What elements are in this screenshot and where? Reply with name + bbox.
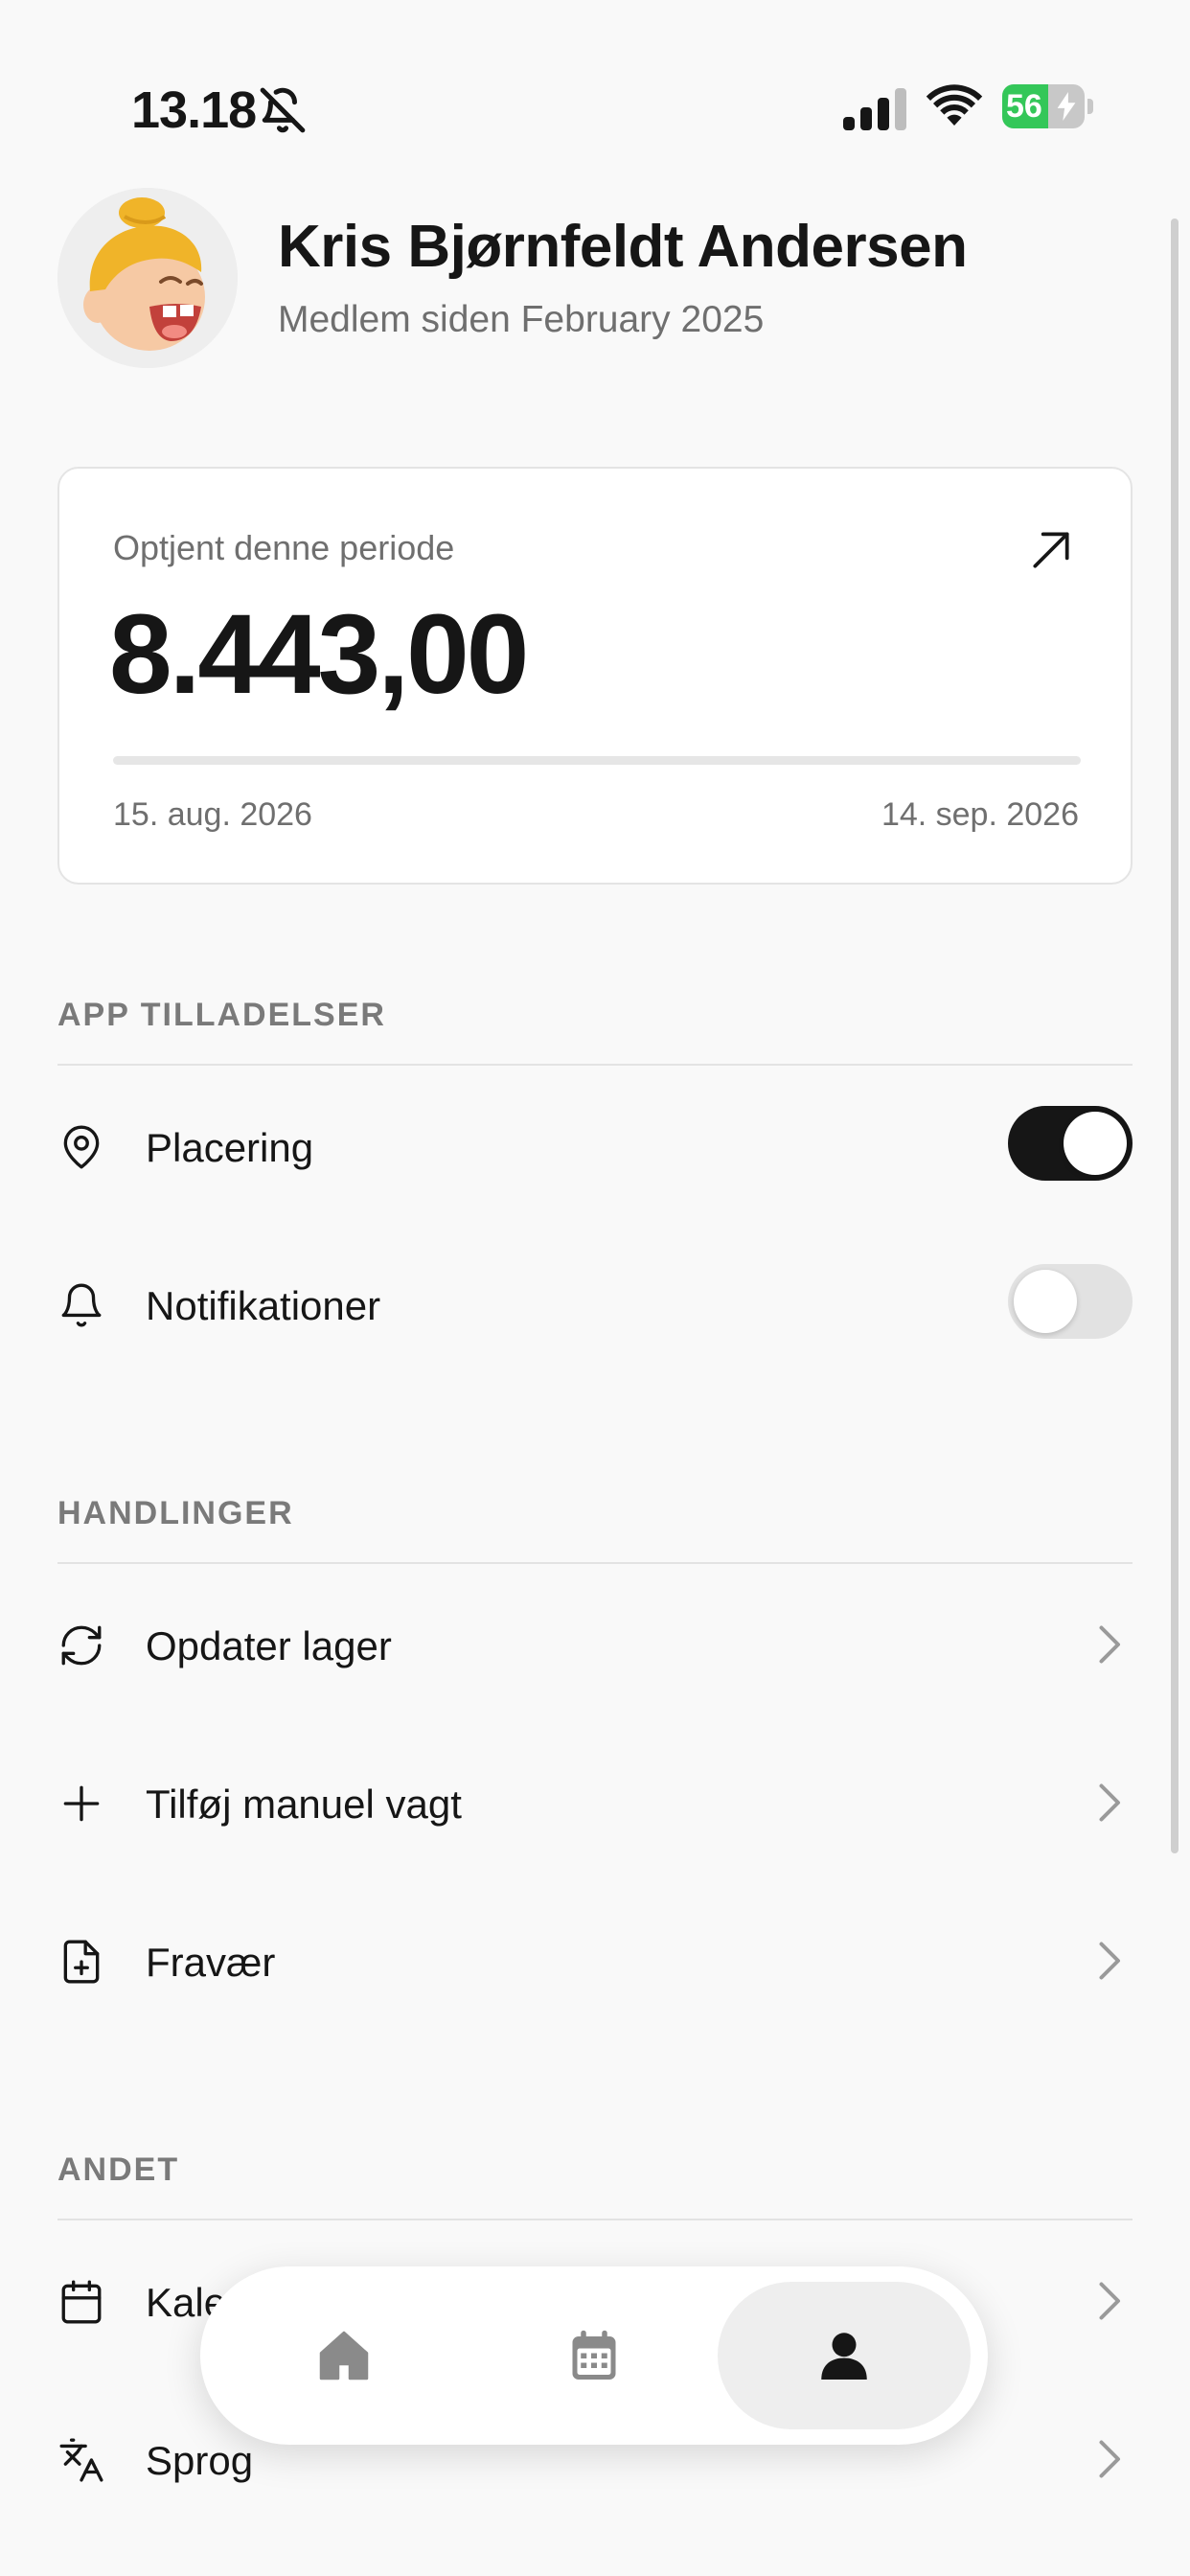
divider [57, 1064, 1133, 1066]
bottom-tab-bar [200, 2266, 988, 2445]
section-title-other: ANDET [57, 2151, 180, 2188]
period-start-date: 15. aug. 2026 [113, 796, 312, 833]
permission-label: Placering [146, 1125, 314, 1170]
action-label: Fravær [146, 1940, 276, 1985]
action-row-update-stock[interactable]: Opdater lager [57, 1587, 1133, 1702]
profile-name: Kris Bjørnfeldt Andersen [278, 214, 968, 280]
period-end-date: 14. sep. 2026 [881, 796, 1079, 833]
member-since: Medlem siden February 2025 [278, 299, 765, 340]
refresh-icon [61, 1625, 102, 1666]
avatar[interactable] [57, 188, 238, 368]
action-label: Tilføj manuel vagt [146, 1782, 462, 1827]
section-title-permissions: APP TILLADELSER [57, 997, 386, 1033]
home-icon [319, 2331, 369, 2380]
tab-home[interactable] [217, 2282, 470, 2429]
wifi-icon [926, 84, 983, 126]
charging-bolt-icon [1057, 92, 1076, 121]
calendar-icon [61, 2280, 102, 2324]
section-title-actions: HANDLINGER [57, 1495, 294, 1531]
earnings-label: Optjent denne periode [113, 528, 455, 567]
signal-icon [843, 88, 906, 130]
chevron-right-icon [1099, 1942, 1120, 1980]
file-plus-icon [63, 1940, 100, 1984]
chevron-right-icon [1099, 2440, 1120, 2478]
profile-icon [821, 2333, 867, 2380]
location-toggle[interactable] [1008, 1106, 1133, 1181]
action-label: Opdater lager [146, 1623, 392, 1668]
permission-label: Notifikationer [146, 1283, 381, 1328]
scrollbar[interactable] [1171, 218, 1179, 1853]
bell-icon [61, 1283, 102, 1327]
tab-calendar[interactable] [468, 2282, 721, 2429]
calendar-icon [572, 2330, 616, 2380]
divider [57, 1562, 1133, 1564]
map-pin-icon [63, 1125, 100, 1169]
toggle-knob [1064, 1112, 1127, 1175]
translate-icon [59, 2438, 103, 2482]
chevron-right-icon [1099, 1783, 1120, 1822]
status-time: 13.18 [131, 81, 257, 139]
tab-profile[interactable] [718, 2282, 971, 2429]
period-progress-bar [113, 756, 1081, 765]
bell-off-icon [260, 87, 306, 133]
battery-indicator: 56 [1002, 84, 1094, 128]
avatar-image [57, 188, 238, 368]
arrow-up-right-icon[interactable] [1027, 526, 1075, 574]
permission-row-notifications[interactable]: Notifikationer [57, 1247, 1133, 1362]
other-label: Sprog [146, 2438, 254, 2483]
earnings-card[interactable]: Optjent denne periode 8.443,00 15. aug. … [57, 467, 1133, 885]
toggle-knob [1014, 1270, 1077, 1333]
notifications-toggle[interactable] [1008, 1264, 1133, 1339]
action-row-add-shift[interactable]: Tilføj manuel vagt [57, 1745, 1133, 1860]
permission-row-location[interactable]: Placering [57, 1089, 1133, 1204]
chevron-right-icon [1099, 1625, 1120, 1664]
plus-icon [63, 1785, 100, 1822]
action-row-absence[interactable]: Fravær [57, 1903, 1133, 2018]
battery-percentage: 56 [1006, 88, 1042, 125]
chevron-right-icon [1099, 2282, 1120, 2320]
divider [57, 2219, 1133, 2220]
earnings-amount: 8.443,00 [109, 591, 529, 718]
